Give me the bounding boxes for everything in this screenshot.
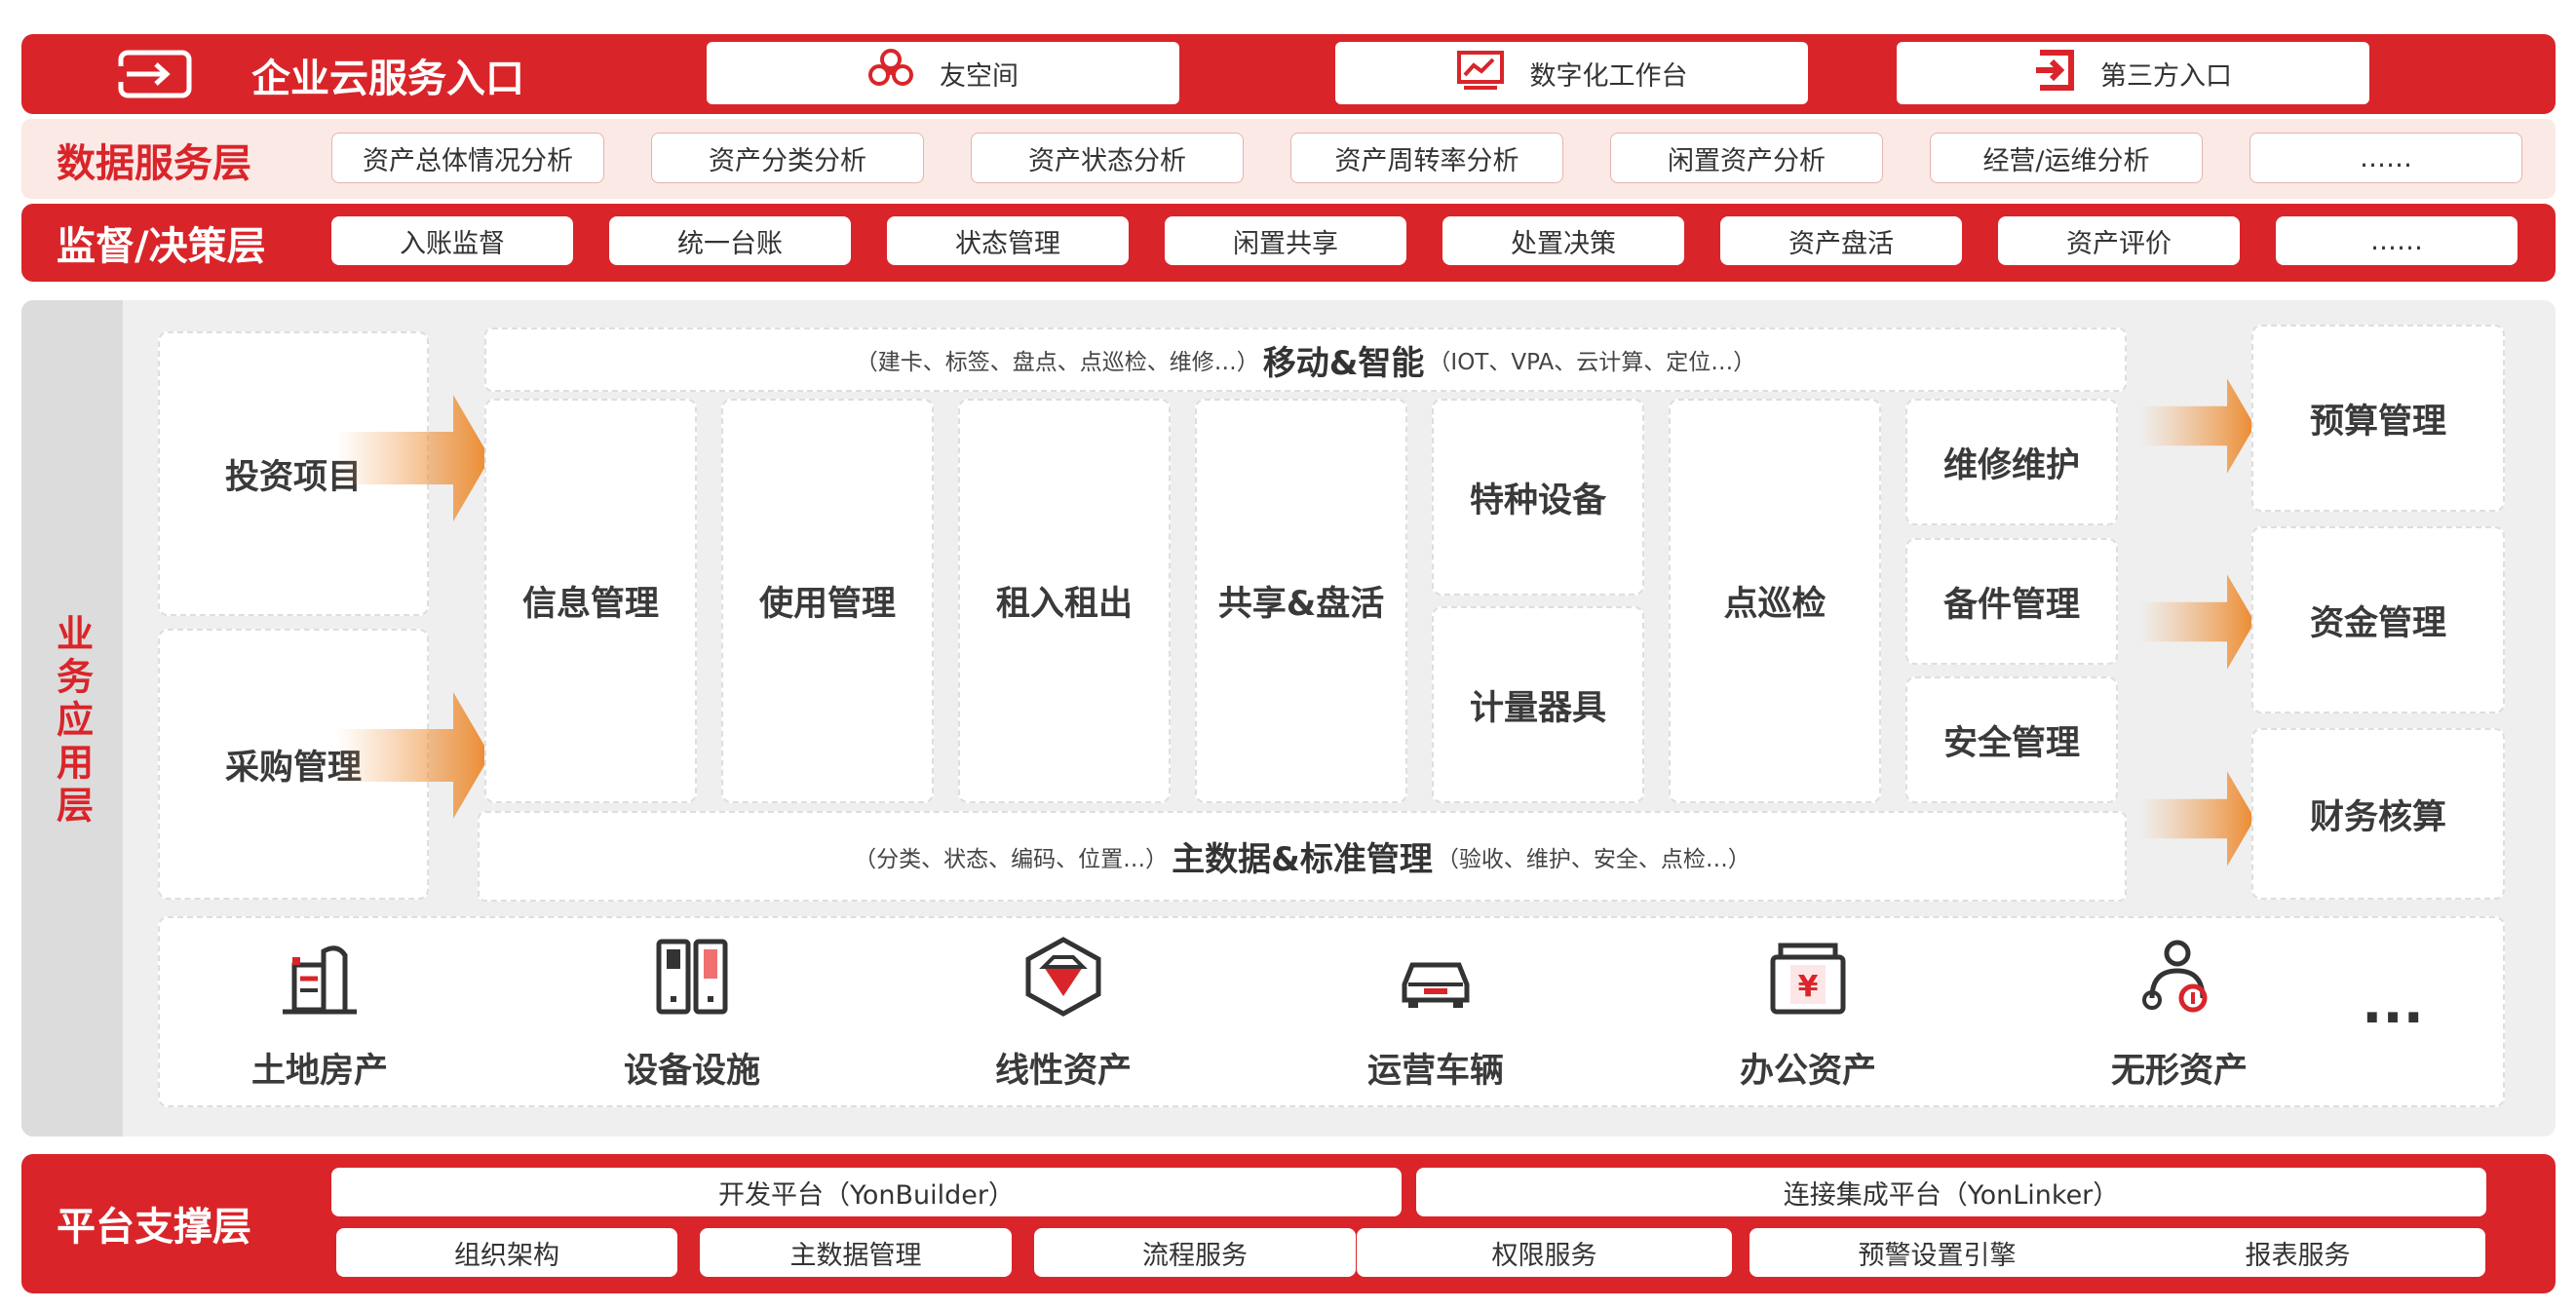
monitor-chart-icon <box>1456 50 1505 97</box>
module-maintenance[interactable]: 维修维护 <box>1905 399 2118 525</box>
output-fund-management[interactable]: 资金管理 <box>2251 526 2505 713</box>
data-item[interactable]: 经营/运维分析 <box>1930 133 2203 183</box>
portal-item-youkongjian[interactable]: 友空间 <box>707 42 1179 104</box>
asset-vehicles[interactable]: 运营车辆 <box>1328 936 1543 1093</box>
data-item[interactable]: 资产周转率分析 <box>1290 133 1563 183</box>
platform-service[interactable]: 主数据管理 <box>700 1228 1012 1277</box>
module-rent[interactable]: 租入租出 <box>958 399 1171 803</box>
asset-label: 办公资产 <box>1739 1052 1876 1091</box>
platform-service[interactable]: 组织架构 <box>336 1228 677 1277</box>
mobile-right-text: （IOT、VPA、云计算、定位…） <box>1428 350 1756 375</box>
module-info-management[interactable]: 信息管理 <box>484 399 697 803</box>
master-data-band: （分类、状态、编码、位置…） 主数据&标准管理 （验收、维护、安全、点检…） <box>478 811 2127 902</box>
data-item[interactable]: 资产分类分析 <box>651 133 924 183</box>
module-metering-instruments[interactable]: 计量器具 <box>1432 606 1644 803</box>
asset-label: 设备设施 <box>623 1052 760 1091</box>
decision-item[interactable]: 资产盘活 <box>1720 216 1962 265</box>
portal-logo-icon <box>115 49 195 99</box>
master-title: 主数据&标准管理 <box>1172 840 1433 879</box>
portal-title: 企业云服务入口 <box>251 57 524 101</box>
decision-item[interactable]: 状态管理 <box>887 216 1129 265</box>
data-item[interactable]: 资产状态分析 <box>971 133 1244 183</box>
mobile-title: 移动&智能 <box>1262 343 1425 383</box>
portal-item-label: 数字化工作台 <box>1529 60 1688 92</box>
flow-arrow-icon <box>2139 771 2255 867</box>
output-budget-management[interactable]: 预算管理 <box>2251 325 2505 512</box>
flow-arrow-icon <box>2139 378 2255 474</box>
platform-layer-title: 平台支撑层 <box>57 1205 251 1250</box>
login-arrow-icon <box>2034 49 2075 98</box>
equipment-icon <box>651 936 733 1021</box>
decision-item[interactable]: 资产评价 <box>1998 216 2240 265</box>
flow-arrow-icon <box>2139 574 2255 670</box>
platform-dev[interactable]: 开发平台（YonBuilder） <box>331 1168 1402 1216</box>
module-share-revitalize[interactable]: 共享&盘活 <box>1195 399 1407 803</box>
portal-item-label: 第三方入口 <box>2100 60 2232 92</box>
data-item[interactable]: 资产总体情况分析 <box>331 133 604 183</box>
assets-more[interactable]: ··· <box>2349 984 2437 1053</box>
mobile-intelligence-band: （建卡、标签、盘点、点巡检、维修…） 移动&智能 （IOT、VPA、云计算、定位… <box>484 328 2127 392</box>
module-safety-management[interactable]: 安全管理 <box>1905 676 2118 803</box>
person-network-icon <box>2138 936 2220 1021</box>
asset-equipment[interactable]: 设备设施 <box>585 936 799 1093</box>
module-special-equipment[interactable]: 特种设备 <box>1432 399 1644 596</box>
asset-office[interactable]: ¥ 办公资产 <box>1701 936 1915 1093</box>
platform-integration[interactable]: 连接集成平台（YonLinker） <box>1416 1168 2486 1216</box>
asset-label: 运营车辆 <box>1366 1052 1504 1091</box>
svg-text:¥: ¥ <box>1798 970 1819 1004</box>
data-item[interactable]: 闲置资产分析 <box>1610 133 1883 183</box>
decision-item[interactable]: 入账监督 <box>331 216 573 265</box>
output-financial-accounting[interactable]: 财务核算 <box>2251 728 2505 900</box>
flow-arrow-icon <box>336 395 490 521</box>
asset-intangible[interactable]: 无形资产 <box>2072 936 2287 1093</box>
asset-label: 土地房产 <box>250 1052 388 1091</box>
car-icon <box>1395 936 1477 1021</box>
flow-arrow-icon <box>336 692 490 819</box>
platform-service[interactable]: 预警设置引擎 <box>1749 1228 2125 1277</box>
asset-land-property[interactable]: 土地房产 <box>212 936 427 1093</box>
building-icon <box>279 936 361 1021</box>
data-layer-title: 数据服务层 <box>57 141 251 186</box>
mobile-left-text: （建卡、标签、盘点、点巡检、维修…） <box>855 350 1259 375</box>
decision-layer-title: 监督/决策层 <box>57 224 266 269</box>
platform-service[interactable]: 流程服务 <box>1034 1228 1356 1277</box>
yuan-box-icon: ¥ <box>1767 936 1849 1021</box>
portal-item-third-party[interactable]: 第三方入口 <box>1897 42 2369 104</box>
module-spare-parts[interactable]: 备件管理 <box>1905 538 2118 665</box>
portal-item-workbench[interactable]: 数字化工作台 <box>1335 42 1808 104</box>
asset-label: 无形资产 <box>2110 1052 2248 1091</box>
master-right-text: （验收、维护、安全、点检…） <box>1436 846 1750 872</box>
module-spot-inspection[interactable]: 点巡检 <box>1669 399 1881 803</box>
asset-linear[interactable]: 线性资产 <box>956 936 1171 1093</box>
platform-service[interactable]: 报表服务 <box>2110 1228 2485 1277</box>
decision-item[interactable]: 处置决策 <box>1442 216 1684 265</box>
module-use-management[interactable]: 使用管理 <box>721 399 934 803</box>
data-item-more[interactable]: …… <box>2249 133 2522 183</box>
decision-item-more[interactable]: …… <box>2276 216 2518 265</box>
business-layer-label: 业务应用层 <box>50 614 94 828</box>
gem-icon <box>1022 936 1104 1021</box>
decision-item[interactable]: 闲置共享 <box>1165 216 1406 265</box>
portal-item-label: 友空间 <box>940 60 1019 92</box>
platform-service[interactable]: 权限服务 <box>1357 1228 1732 1277</box>
decision-item[interactable]: 统一台账 <box>609 216 851 265</box>
flower-logo-icon <box>867 48 914 99</box>
master-left-text: （分类、状态、编码、位置…） <box>854 846 1169 872</box>
asset-label: 线性资产 <box>994 1052 1132 1091</box>
